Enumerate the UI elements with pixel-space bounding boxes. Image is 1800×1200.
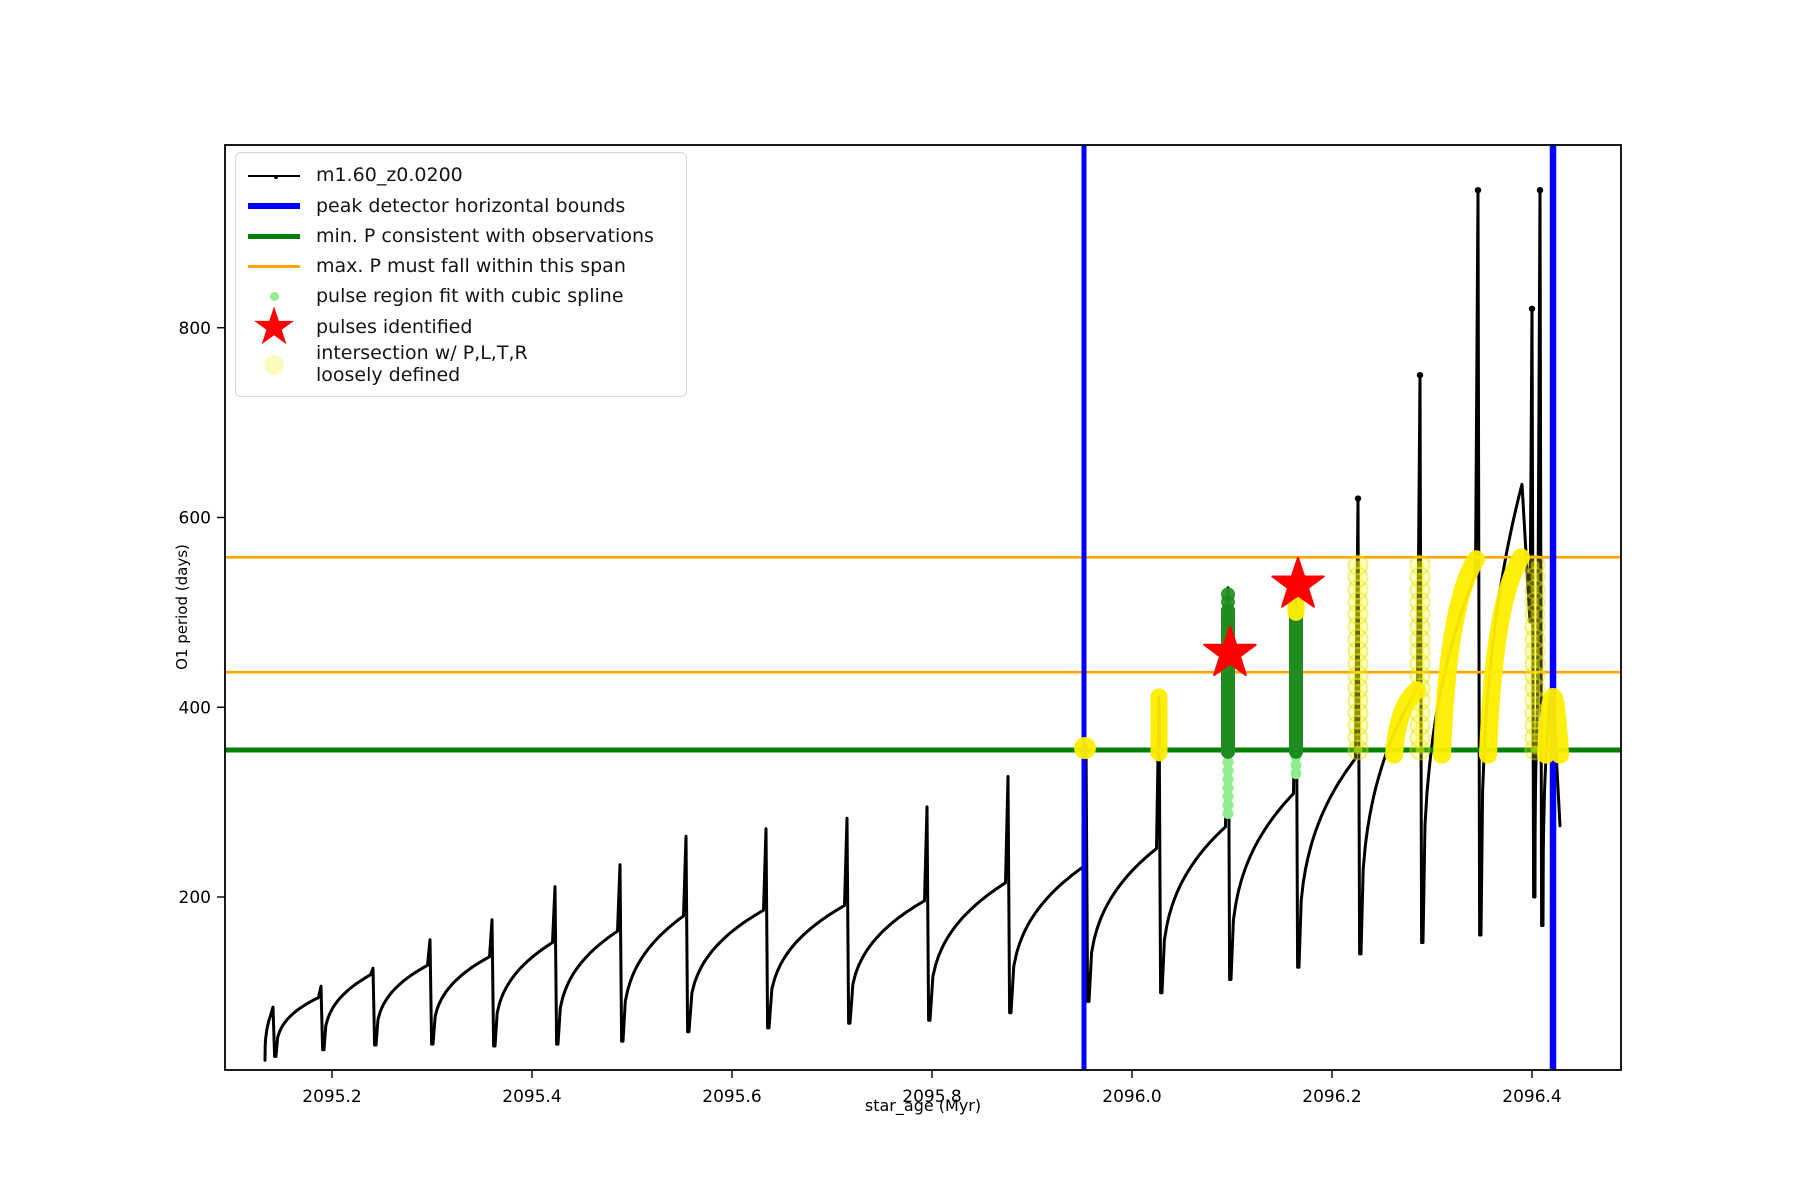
green-line-icon — [248, 233, 300, 239]
x-axis-label: star_age (Myr) — [864, 1096, 982, 1115]
figure: 2095.2 2095.4 2095.6 2095.8 2096.0 2096.2 2096… — [0, 0, 1800, 1200]
legend-label: pulse region fit with cubic spline — [316, 285, 624, 308]
x-tick-label: 2095.4 — [502, 1087, 561, 1107]
legend-label: min. P consistent with observations — [316, 224, 654, 247]
red-star-icon: ★ — [250, 297, 298, 358]
legend-item-peak-bounds: peak detector horizontal bounds — [248, 192, 674, 220]
x-tick-label: 2096.4 — [1502, 1087, 1561, 1107]
legend-item-pulses: ★ pulses identified — [248, 297, 674, 358]
series-line-icon — [248, 174, 300, 179]
legend-item-intersection: intersection w/ P,L,T,R loosely defined — [248, 343, 674, 386]
x-tick-label: 2095.2 — [302, 1087, 361, 1107]
legend-item-min-p: min. P consistent with observations — [248, 222, 674, 250]
y-tick-label: 400 — [179, 698, 211, 718]
legend: m1.60_z0.0200 peak detector horizontal b… — [235, 152, 687, 397]
y-tick-label: 800 — [179, 319, 211, 339]
legend-label: m1.60_z0.0200 — [316, 164, 463, 187]
legend-item-max-p: max. P must fall within this span — [248, 253, 674, 281]
legend-label: peak detector horizontal bounds — [316, 194, 626, 217]
y-axis-label: O1 period (days) — [173, 544, 191, 670]
y-tick-label: 600 — [179, 509, 211, 529]
legend-label: intersection w/ P,L,T,R loosely defined — [316, 342, 528, 386]
legend-label: max. P must fall within this span — [316, 255, 626, 278]
x-tick-label: 2095.6 — [702, 1087, 761, 1107]
paleyellow-dot-icon — [248, 354, 300, 375]
x-tick-label: 2096.2 — [1302, 1087, 1361, 1107]
blue-line-icon — [248, 203, 300, 210]
legend-item-series: m1.60_z0.0200 — [248, 162, 674, 190]
orange-line-icon — [248, 265, 300, 269]
x-tick-label: 2096.0 — [1102, 1087, 1161, 1107]
y-tick-label: 200 — [179, 888, 211, 908]
legend-label: pulses identified — [316, 315, 473, 338]
legend-item-pulse-fit: pulse region fit with cubic spline — [248, 283, 674, 311]
